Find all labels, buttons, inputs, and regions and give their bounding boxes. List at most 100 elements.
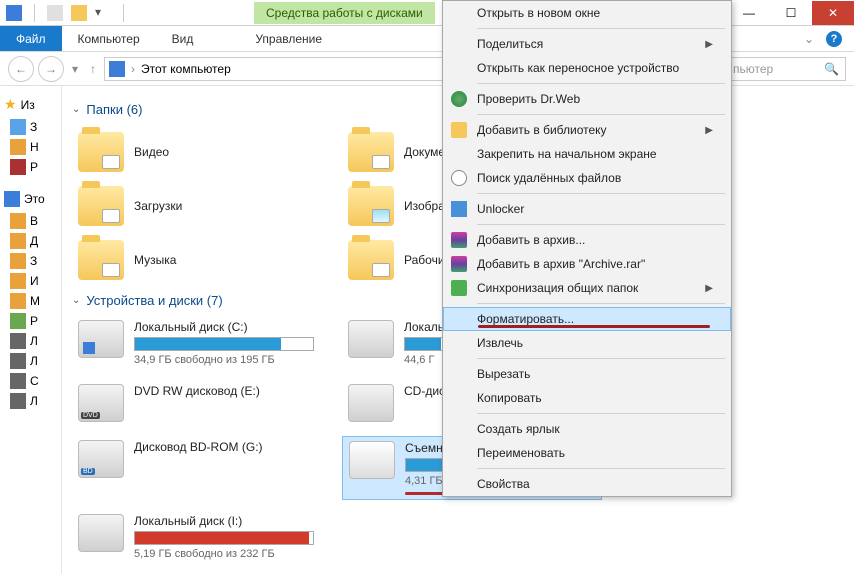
menu-item-label: Unlocker [477, 202, 524, 216]
menu-item-label: Поиск удалённых файлов [477, 171, 621, 185]
menu-separator [477, 114, 725, 115]
menu-separator [477, 413, 725, 414]
folder-icon [78, 186, 124, 226]
sidebar-item[interactable]: Л [10, 353, 57, 369]
breadcrumb[interactable]: Этот компьютер [141, 62, 231, 76]
drive-info: 34,9 ГБ свободно из 195 ГБ [134, 354, 326, 366]
up-button[interactable]: ↑ [86, 62, 100, 76]
sidebar-item[interactable]: Р [10, 313, 57, 329]
folder-item[interactable]: Загрузки [72, 179, 332, 233]
menu-item[interactable]: Добавить в архив "Archive.rar" [443, 252, 731, 276]
menu-item[interactable]: Вырезать [443, 362, 731, 386]
menu-item[interactable]: Форматировать... [443, 307, 731, 331]
menu-item[interactable]: Открыть в новом окне [443, 1, 731, 25]
recent-dropdown-icon[interactable]: ▾ [68, 62, 82, 76]
drive-icon [78, 384, 124, 422]
sidebar-item[interactable]: С [10, 373, 57, 389]
close-button[interactable]: ✕ [812, 1, 854, 25]
menu-item[interactable]: Копировать [443, 386, 731, 410]
menu-item-label: Поделиться [477, 37, 543, 51]
menu-item[interactable]: Открыть как переносное устройство [443, 56, 731, 80]
rar-icon [451, 256, 467, 272]
menu-item-label: Переименовать [477, 446, 565, 460]
annotation-underline [478, 325, 710, 328]
sidebar-item[interactable]: М [10, 293, 57, 309]
folder-label: Музыка [134, 253, 176, 267]
sidebar-item[interactable]: И [10, 273, 57, 289]
folder-icon [348, 186, 394, 226]
sidebar-item[interactable]: З [10, 119, 57, 135]
menu-item[interactable]: Синхронизация общих папок▶ [443, 276, 731, 300]
drive-item[interactable]: Дисковод BD-ROM (G:) [72, 436, 332, 500]
menu-item[interactable]: Проверить Dr.Web [443, 87, 731, 111]
menu-item[interactable]: Извлечь [443, 331, 731, 355]
folder-icon [348, 240, 394, 280]
usage-bar [134, 531, 314, 545]
menu-item-label: Форматировать... [477, 312, 574, 326]
ribbon-tab-view[interactable]: Вид [156, 26, 210, 51]
sync-icon [451, 280, 467, 296]
drive-item[interactable]: Локальный диск (C:) 34,9 ГБ свободно из … [72, 316, 332, 370]
menu-separator [477, 358, 725, 359]
menu-item[interactable]: Закрепить на начальном экране [443, 142, 731, 166]
menu-separator [477, 28, 725, 29]
folder-item[interactable]: Видео [72, 125, 332, 179]
menu-item[interactable]: Свойства [443, 472, 731, 496]
sidebar-item[interactable]: Л [10, 393, 57, 409]
menu-item[interactable]: Поиск удалённых файлов [443, 166, 731, 190]
ribbon-expand-icon[interactable]: ⌄ [804, 32, 814, 46]
forward-button[interactable]: → [38, 56, 64, 82]
menu-item-label: Копировать [477, 391, 542, 405]
ribbon-tab-manage[interactable]: Управление [239, 26, 338, 51]
drive-info: 5,19 ГБ свободно из 232 ГБ [134, 548, 326, 560]
sidebar-item[interactable]: Н [10, 139, 57, 155]
drive-icon [348, 320, 394, 358]
drive-icon [78, 514, 124, 552]
qat-newfolder-icon[interactable] [71, 5, 87, 21]
drive-icon [348, 384, 394, 422]
folder-label: Видео [134, 145, 169, 159]
app-icon [6, 5, 22, 21]
menu-item[interactable]: Добавить в архив... [443, 228, 731, 252]
menu-item[interactable]: Переименовать [443, 441, 731, 465]
unlock-icon [451, 201, 467, 217]
submenu-arrow-icon: ▶ [705, 39, 713, 50]
menu-item-label: Добавить в архив "Archive.rar" [477, 257, 645, 271]
sidebar-item[interactable]: З [10, 253, 57, 269]
menu-item-label: Вырезать [477, 367, 530, 381]
menu-item[interactable]: Добавить в библиотеку▶ [443, 118, 731, 142]
menu-item-label: Закрепить на начальном экране [477, 147, 657, 161]
search-icon [451, 170, 467, 186]
drive-name: Локальный диск (I:) [134, 514, 326, 528]
ribbon-tab-file[interactable]: Файл [0, 26, 62, 51]
sidebar-item[interactable]: Д [10, 233, 57, 249]
menu-separator [477, 224, 725, 225]
menu-item[interactable]: Unlocker [443, 197, 731, 221]
help-icon[interactable]: ? [826, 31, 842, 47]
drive-item[interactable]: Локальный диск (I:) 5,19 ГБ свободно из … [72, 510, 332, 564]
ribbon-tab-computer[interactable]: Компьютер [62, 26, 156, 51]
search-input[interactable]: пьютер 🔍 [726, 57, 846, 81]
caret-icon: ⌄ [72, 104, 80, 115]
sidebar-this-pc[interactable]: Это [4, 191, 57, 207]
maximize-button[interactable]: ☐ [770, 1, 812, 25]
sidebar-item[interactable]: Л [10, 333, 57, 349]
menu-item[interactable]: Создать ярлык [443, 417, 731, 441]
usage-bar [134, 337, 314, 351]
back-button[interactable]: ← [8, 56, 34, 82]
ribbon-context-tab[interactable]: Средства работы с дисками [254, 2, 435, 24]
folder-item[interactable]: Музыка [72, 233, 332, 287]
qat-properties-icon[interactable] [47, 5, 63, 21]
sidebar-item[interactable]: В [10, 213, 57, 229]
qat-dropdown-icon[interactable]: ▾ [95, 5, 111, 21]
menu-item-label: Добавить в архив... [477, 233, 585, 247]
star-icon: ★ [4, 96, 17, 113]
menu-item[interactable]: Поделиться ▶ [443, 32, 731, 56]
minimize-button[interactable]: — [728, 1, 770, 25]
sidebar-favorites[interactable]: ★ Из [4, 96, 57, 113]
context-menu: Открыть в новом окне Поделиться ▶ Открыть к… [442, 0, 732, 497]
nav-sidebar: ★ Из З Н Р Это В Д З И М Р Л Л С Л [0, 86, 62, 574]
sidebar-item[interactable]: Р [10, 159, 57, 175]
drive-item[interactable]: DVD RW дисковод (E:) [72, 380, 332, 426]
menu-item-label: Проверить Dr.Web [477, 92, 580, 106]
